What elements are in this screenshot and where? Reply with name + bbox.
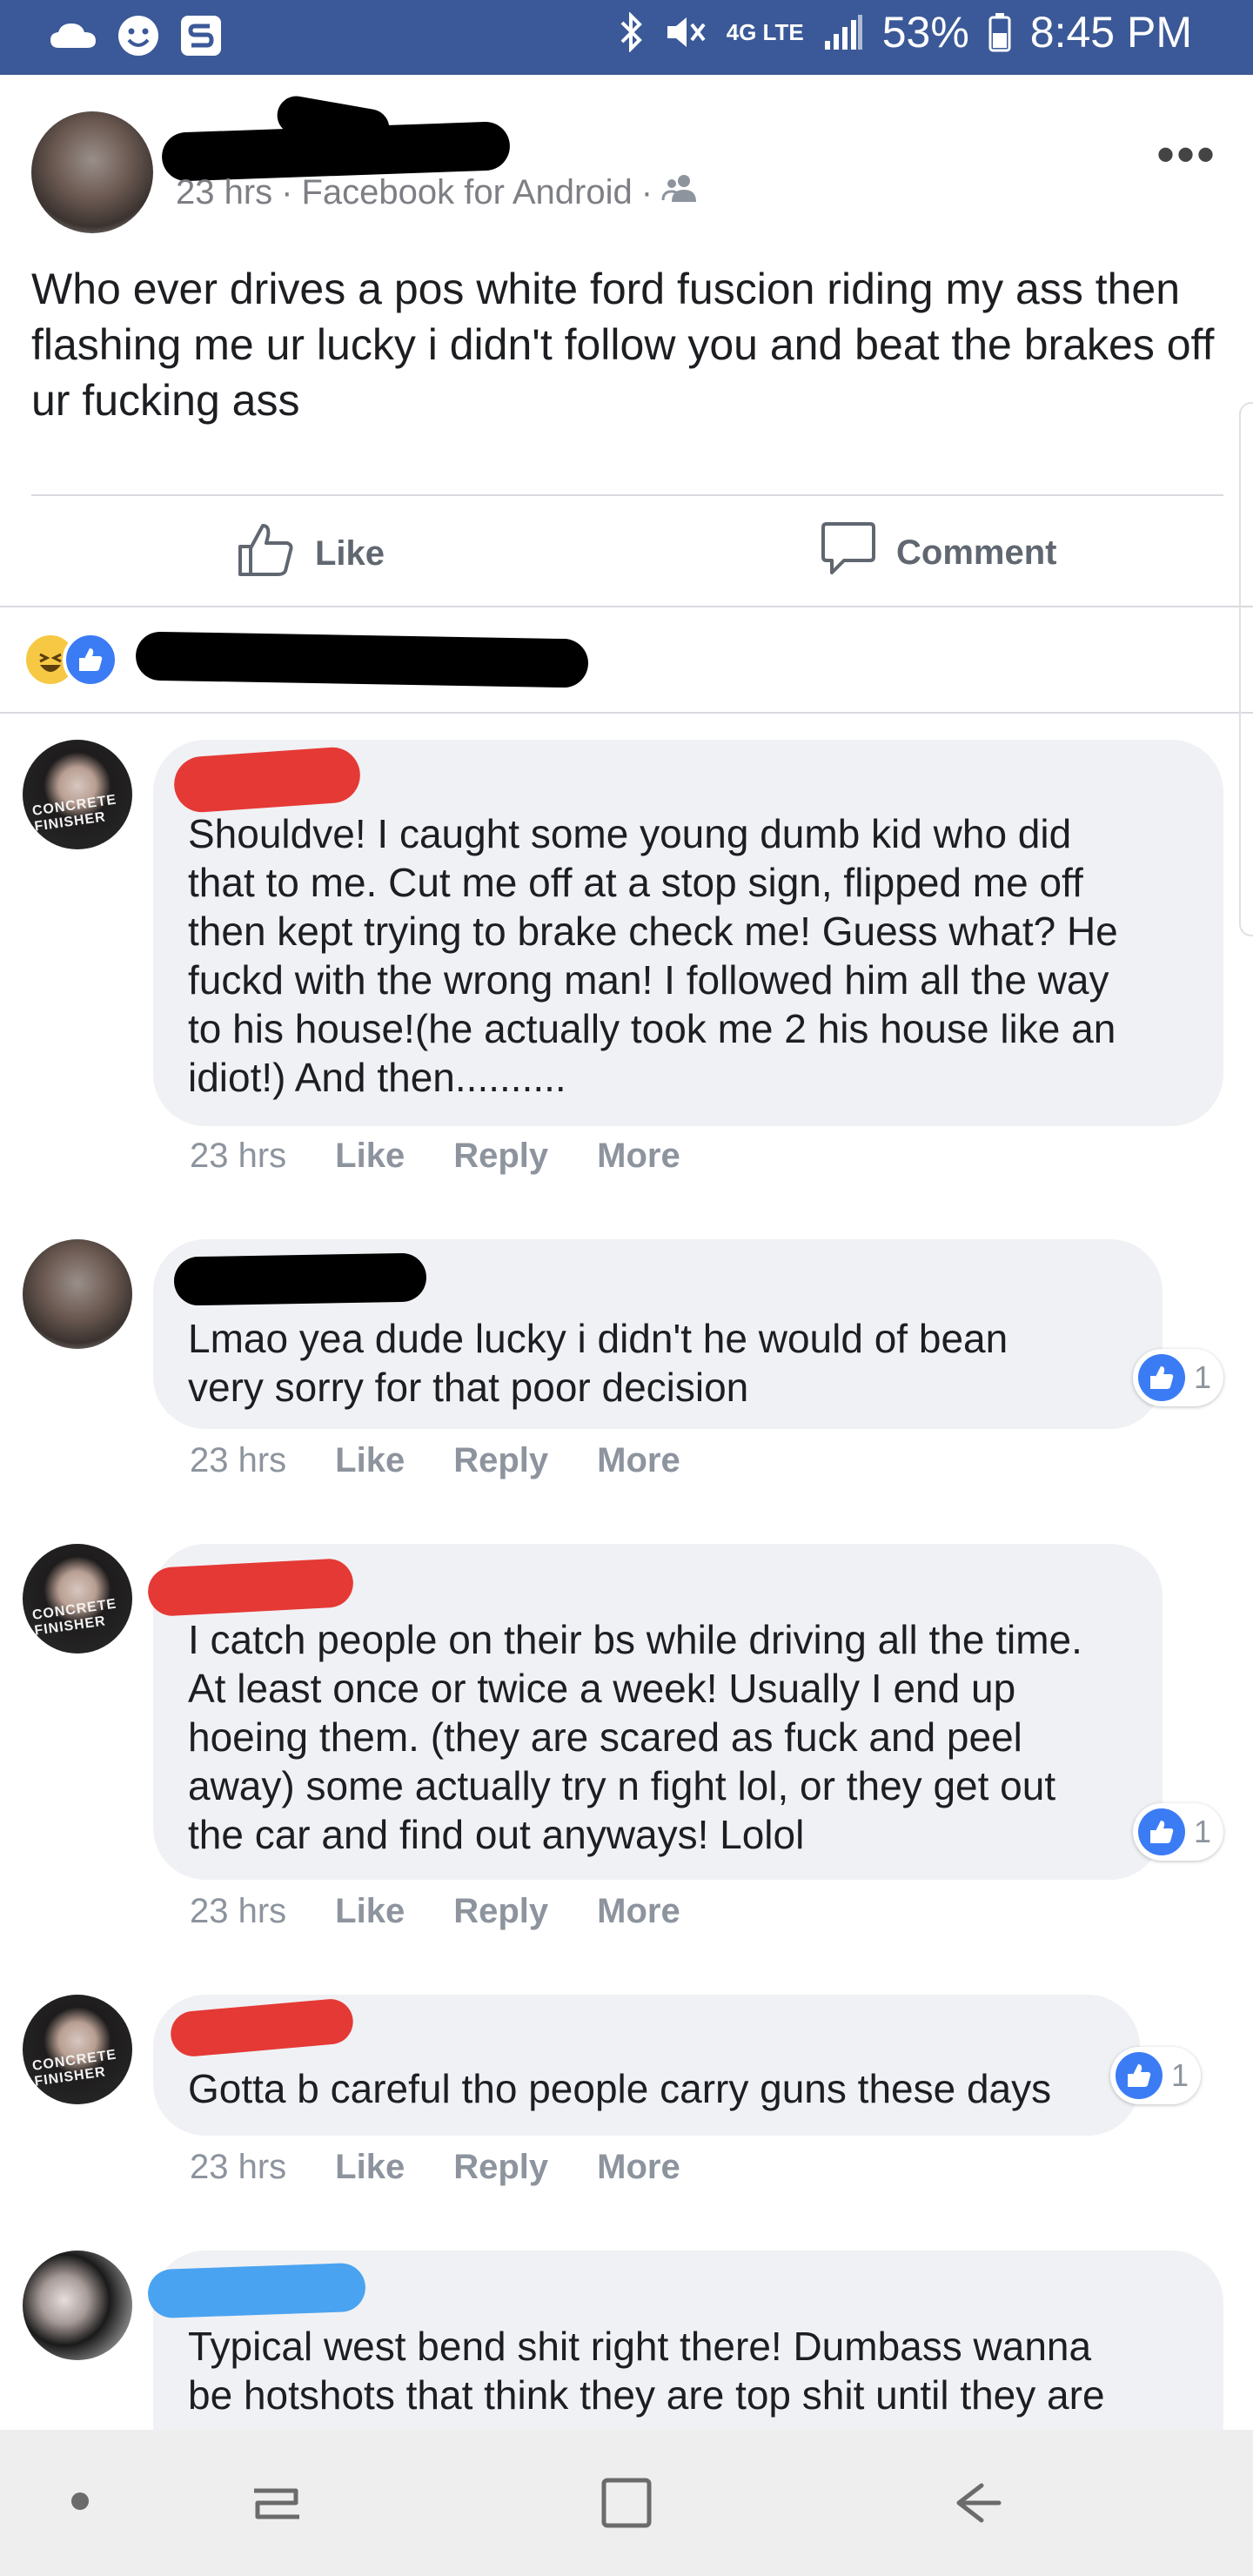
like-count: 1 (1194, 1814, 1212, 1849)
comment-actions: 23 hrs Like Reply More (190, 1441, 680, 1480)
post-divider (31, 494, 1223, 496)
back-icon[interactable] (947, 2473, 1006, 2537)
comment-button[interactable]: Comment (820, 520, 1056, 585)
thumbs-up-icon (237, 520, 296, 587)
comment-like-badge[interactable]: 1 (1133, 1349, 1224, 1406)
comment-time[interactable]: 23 hrs (190, 1892, 286, 1931)
comment-reply-button[interactable]: Reply (453, 1441, 548, 1480)
reactor-names-redacted (135, 631, 589, 688)
comment-like-badge[interactable]: 1 (1133, 1803, 1224, 1861)
recent-apps-icon[interactable] (247, 2473, 306, 2537)
mute-icon (664, 12, 707, 52)
scroll-indicator[interactable] (1239, 402, 1253, 936)
smiley-icon (117, 14, 160, 57)
commenter-avatar[interactable] (23, 1239, 132, 1349)
comment-more-button[interactable]: More (597, 1137, 680, 1176)
like-badge-icon (1138, 1354, 1185, 1401)
commenter-avatar[interactable]: CONCRETE FINISHER (23, 1995, 132, 2104)
comment-actions: 23 hrs Like Reply More (190, 2148, 680, 2187)
commenter-name-redacted (172, 745, 362, 815)
reaction-summary[interactable] (23, 631, 589, 688)
comment-more-button[interactable]: More (597, 2148, 680, 2187)
avatar-text: CONCRETE FINISHER (31, 1596, 118, 1639)
comment-time[interactable]: 23 hrs (190, 1441, 286, 1480)
post-meta: 23 hrs · Facebook for Android · (176, 172, 700, 212)
like-badge-icon (1138, 1808, 1185, 1855)
commenter-avatar[interactable]: CONCRETE FINISHER (23, 1544, 132, 1654)
comment-text: Lmao yea dude lucky i didn't he would of… (188, 1316, 1008, 1410)
swiftkey-icon (179, 14, 223, 57)
comment-actions: 23 hrs Like Reply More (190, 1137, 680, 1176)
like-badge-icon (1116, 2052, 1163, 2099)
friends-icon (661, 172, 700, 212)
comment-reply-button[interactable]: Reply (453, 1137, 548, 1176)
post-action-row: Like Comment (0, 498, 1253, 602)
comment-time[interactable]: 23 hrs (190, 2148, 286, 2187)
comment-reply-button[interactable]: Reply (453, 1892, 548, 1931)
comment-bubble[interactable]: Gotta b careful tho people carry guns th… (153, 1995, 1140, 2136)
comment-time[interactable]: 23 hrs (190, 1137, 286, 1176)
post-body: Who ever drives a pos white ford fuscion… (31, 265, 1215, 425)
post-time[interactable]: 23 hrs (176, 173, 272, 212)
comment-label: Comment (896, 533, 1057, 572)
like-count: 1 (1171, 2057, 1189, 2093)
commenter-name-redacted (173, 1252, 427, 1306)
home-icon[interactable] (597, 2473, 656, 2537)
comment-text: Gotta b careful tho people carry guns th… (188, 2066, 1052, 2111)
bluetooth-icon (619, 12, 645, 52)
comment-bubble[interactable]: Lmao yea dude lucky i didn't he would of… (153, 1239, 1163, 1429)
like-label: Like (315, 533, 385, 573)
post-header: 23 hrs · Facebook for Android · ••• (31, 93, 1223, 233)
like-button[interactable]: Like (237, 520, 385, 587)
nav-dot-icon[interactable] (70, 2491, 90, 2516)
comment-text: I catch people on their bs while driving… (188, 1617, 1082, 1857)
network-4g-icon: 4G LTE (726, 19, 804, 45)
battery-percent: 53% (881, 8, 969, 57)
battery-icon (988, 12, 1011, 52)
meta-separator-2: · (640, 172, 653, 211)
meta-separator: · (281, 172, 293, 211)
post-source: Facebook for Android (301, 172, 633, 211)
android-nav-bar (0, 2430, 1253, 2576)
comment-like-button[interactable]: Like (335, 2148, 405, 2187)
avatar-text: CONCRETE FINISHER (31, 792, 118, 835)
comment-bubble[interactable]: I catch people on their bs while driving… (146, 1544, 1163, 1880)
comment-text: Typical west bend shit right there! Dumb… (188, 2324, 1105, 2418)
commenter-name-redacted (146, 1557, 355, 1618)
avatar-text: CONCRETE FINISHER (31, 2047, 118, 2090)
like-reaction-icon (63, 632, 118, 688)
comment-actions: 23 hrs Like Reply More (190, 1892, 680, 1931)
comment-more-button[interactable]: More (597, 1892, 680, 1931)
commenter-name-redacted (169, 1996, 355, 2059)
more-options-icon[interactable]: ••• (1156, 129, 1216, 181)
comment-reply-button[interactable]: Reply (453, 2148, 548, 2187)
comment-like-badge[interactable]: 1 (1110, 2047, 1202, 2104)
comment-text: Shouldve! I caught some young dumb kid w… (188, 811, 1118, 1100)
commenter-avatar[interactable]: CONCRETE FINISHER (23, 740, 132, 849)
comment-bubble[interactable]: Shouldve! I caught some young dumb kid w… (153, 740, 1223, 1126)
clock: 8:45 PM (1029, 8, 1192, 57)
commenter-avatar[interactable] (23, 2251, 132, 2360)
reactions-divider (0, 712, 1253, 714)
comment-icon (820, 520, 877, 585)
status-bar: 4G LTE 53% 8:45 PM (0, 0, 1253, 75)
author-avatar[interactable] (31, 111, 153, 233)
comment-like-button[interactable]: Like (335, 1892, 405, 1931)
commenter-name-redacted (147, 2262, 366, 2319)
comment-like-button[interactable]: Like (335, 1137, 405, 1176)
comment-like-button[interactable]: Like (335, 1441, 405, 1480)
signal-icon (823, 13, 863, 51)
actions-divider (0, 606, 1253, 607)
cloud-icon (49, 18, 97, 53)
like-count: 1 (1194, 1359, 1212, 1395)
comment-more-button[interactable]: More (597, 1441, 680, 1480)
